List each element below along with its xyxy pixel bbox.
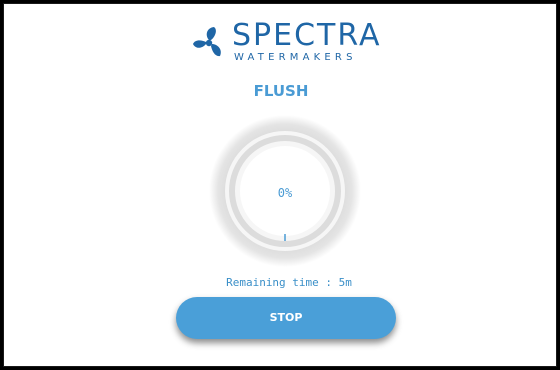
mode-title: FLUSH bbox=[253, 82, 309, 100]
brand-tagline: WATERMAKERS bbox=[234, 52, 357, 63]
remaining-time: Remaining time : 5m bbox=[226, 276, 352, 289]
brand-logo: SPECTRA WATERMAKERS bbox=[182, 18, 392, 68]
app-screen: SPECTRA WATERMAKERS FLUSH 0% Remaining t… bbox=[3, 3, 557, 367]
stop-button[interactable]: STOP bbox=[176, 297, 396, 339]
progress-gauge: 0% bbox=[208, 114, 362, 268]
brand-name: SPECTRA bbox=[232, 18, 382, 53]
progress-percent: 0% bbox=[277, 186, 293, 200]
propeller-logo-icon bbox=[193, 27, 221, 57]
